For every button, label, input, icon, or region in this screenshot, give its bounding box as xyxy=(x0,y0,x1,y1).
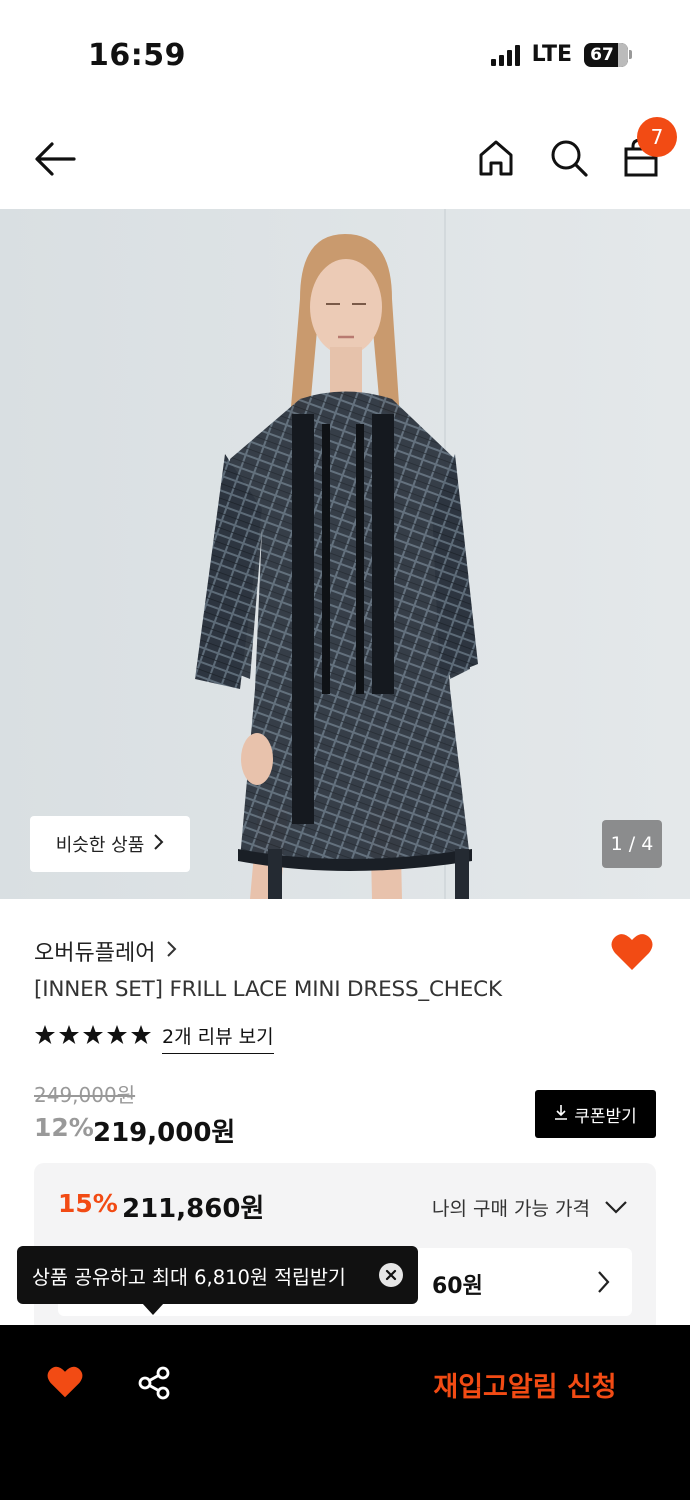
best-price-value: 211,860원 xyxy=(122,1194,265,1224)
chevron-down-icon xyxy=(604,1197,628,1219)
brand-link[interactable]: 오버듀플레어 xyxy=(34,935,177,967)
signal-icon xyxy=(490,44,520,66)
product-title: [INNER SET] FRILL LACE MINI DRESS_CHECK xyxy=(34,977,502,1002)
brand-name: 오버듀플레어 xyxy=(34,941,156,966)
close-icon[interactable] xyxy=(379,1263,403,1287)
best-price-percent: 15% xyxy=(58,1189,118,1218)
my-price-label: 나의 구매 가능 가격 xyxy=(432,1198,590,1220)
status-bar: 16:59 LTE 67 xyxy=(0,0,690,110)
status-time: 16:59 xyxy=(88,38,186,73)
product-image[interactable] xyxy=(0,209,690,899)
discount-percent: 12% xyxy=(34,1113,94,1142)
status-indicators: LTE 67 xyxy=(490,42,632,67)
back-arrow-icon[interactable] xyxy=(30,138,78,180)
download-icon xyxy=(554,1104,568,1125)
tooltip-text: 상품 공유하고 최대 6,810원 적립받기 xyxy=(32,1265,346,1289)
my-price-toggle[interactable]: 나의 구매 가능 가격 xyxy=(432,1194,628,1221)
coupon-download-button[interactable]: 쿠폰받기 xyxy=(535,1090,656,1138)
chevron-right-icon xyxy=(165,939,177,964)
chevron-right-icon xyxy=(596,1270,610,1298)
star-icon xyxy=(35,1025,151,1044)
original-price: 249,000원 xyxy=(34,1083,136,1107)
network-label: LTE xyxy=(531,42,572,67)
bottom-action-bar: 재입고알림 신청 xyxy=(0,1325,690,1500)
restock-alert-button[interactable]: 재입고알림 신청 xyxy=(380,1355,670,1413)
rating-stars xyxy=(34,1024,154,1046)
share-icon[interactable] xyxy=(136,1365,172,1405)
heart-icon[interactable] xyxy=(46,1365,84,1403)
review-link[interactable]: 2개 리뷰 보기 xyxy=(162,1022,274,1054)
image-page-indicator: 1 / 4 xyxy=(602,820,662,868)
chevron-right-icon xyxy=(152,833,164,856)
battery-level: 67 xyxy=(590,44,614,65)
share-reward-tooltip: 상품 공유하고 최대 6,810원 적립받기 xyxy=(17,1246,418,1304)
heart-icon[interactable] xyxy=(610,932,654,976)
cart-count-badge: 7 xyxy=(637,117,677,157)
home-icon[interactable] xyxy=(474,136,518,180)
search-icon[interactable] xyxy=(547,136,591,180)
battery-icon: 67 xyxy=(584,42,632,67)
price-detail-value: 60원 xyxy=(432,1274,483,1299)
similar-products-button[interactable]: 비슷한 상품 xyxy=(30,816,190,872)
coupon-label: 쿠폰받기 xyxy=(574,1106,637,1127)
similar-products-label: 비슷한 상품 xyxy=(55,835,145,856)
tooltip-arrow xyxy=(142,1303,164,1315)
sale-price: 219,000원 xyxy=(93,1118,236,1148)
